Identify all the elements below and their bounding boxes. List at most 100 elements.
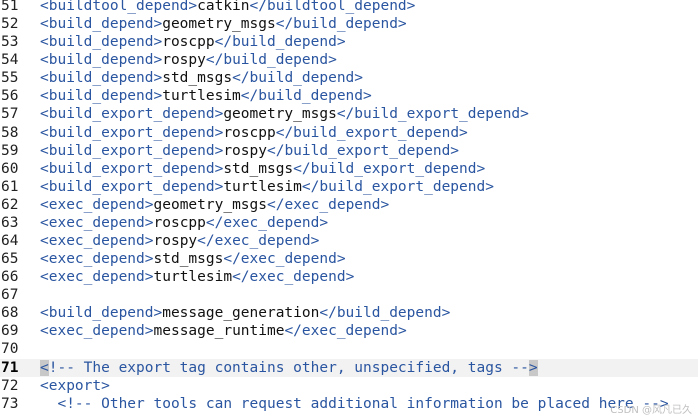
code-line[interactable]: 60 <build_export_depend>std_msgs</build_e… xyxy=(0,160,698,178)
current-line[interactable]: 71 <!-- The export tag contains other, un… xyxy=(0,358,698,377)
code-line[interactable]: 53 <build_depend>roscpp</build_depend> xyxy=(0,33,698,51)
code-line[interactable]: 56 <build_depend>turtlesim</build_depend> xyxy=(0,87,698,105)
line-number: 68 xyxy=(1,305,19,322)
open-tag: <buildtool_depend> xyxy=(40,0,198,14)
close-tag: </build_export_depend> xyxy=(275,124,468,141)
close-tag: </build_depend> xyxy=(214,34,346,51)
line-number: 58 xyxy=(1,124,19,141)
close-tag: </build_depend> xyxy=(232,70,364,87)
close-tag: </build_export_depend> xyxy=(336,106,529,123)
tag-value: catkin xyxy=(197,0,250,14)
close-tag: </exec_depend> xyxy=(223,251,346,268)
line-number: 72 xyxy=(1,377,19,394)
open-tag: <exec_depend> xyxy=(40,269,154,286)
code-line[interactable]: 57 <build_export_depend>geometry_msgs</bu… xyxy=(0,105,698,123)
line-number: 52 xyxy=(1,16,19,33)
close-tag: </exec_depend> xyxy=(197,233,320,250)
line-number: 71 xyxy=(1,359,19,376)
tag-value: geometry_msgs xyxy=(162,16,276,33)
watermark: CSDN @风凡已久 xyxy=(610,405,692,416)
open-tag: <exec_depend> xyxy=(40,214,154,231)
code-line[interactable]: 51 <buildtool_depend>catkin</buildtool_de… xyxy=(0,0,698,15)
open-tag: <build_depend> xyxy=(40,88,163,105)
line-number: 70 xyxy=(1,341,19,358)
line-number: 57 xyxy=(1,106,19,123)
open-tag: <exec_depend> xyxy=(40,251,154,268)
tag-value: std_msgs xyxy=(153,251,224,268)
tag-value: roscpp xyxy=(162,34,215,51)
line-number: 62 xyxy=(1,196,19,213)
code-line[interactable]: 67 xyxy=(0,286,698,304)
code-line[interactable]: 69 <exec_depend>message_runtime</exec_dep… xyxy=(0,322,698,340)
close-tag: </build_depend> xyxy=(240,88,372,105)
code-line[interactable]: 61 <build_export_depend>turtlesim</build_… xyxy=(0,178,698,196)
open-tag: <build_depend> xyxy=(40,70,163,87)
line-number: 59 xyxy=(1,142,19,159)
code-line[interactable]: 68 <build_depend>message_generation</buil… xyxy=(0,304,698,322)
line-number: 54 xyxy=(1,52,19,69)
close-tag: </buildtool_depend> xyxy=(249,0,416,14)
code-line[interactable]: 62 <exec_depend>geometry_msgs</exec_depen… xyxy=(0,196,698,214)
code-line[interactable]: 73 <!-- Other tools can request addition… xyxy=(0,395,698,413)
line-number: 73 xyxy=(1,395,19,412)
open-tag: <build_export_depend> xyxy=(40,178,224,195)
code-line[interactable]: 63 <exec_depend>roscpp</exec_depend> xyxy=(0,214,698,232)
line-number: 53 xyxy=(1,34,19,51)
tag-value: geometry_msgs xyxy=(223,106,337,123)
line-number: 64 xyxy=(1,233,19,250)
line-number: 55 xyxy=(1,70,19,87)
open-tag: <build_export_depend> xyxy=(40,142,224,159)
tag-value: rospy xyxy=(153,233,198,250)
code-line[interactable]: 65 <exec_depend>std_msgs</exec_depend> xyxy=(0,250,698,268)
comment-text: !-- The export tag contains other, unspe… xyxy=(48,359,529,376)
tag-value: message_runtime xyxy=(153,323,285,340)
line-number: 66 xyxy=(1,269,19,286)
line-number: 51 xyxy=(1,0,19,14)
code-line[interactable]: 58 <build_export_depend>roscpp</build_exp… xyxy=(0,124,698,142)
tag-value: roscpp xyxy=(153,214,206,231)
code-line[interactable]: 72 <export> xyxy=(0,377,698,395)
code-line[interactable]: 66 <exec_depend>turtlesim</exec_depend> xyxy=(0,268,698,286)
code-editor[interactable]: 51 <buildtool_depend>catkin</buildtool_de… xyxy=(0,0,698,413)
close-tag: </exec_depend> xyxy=(284,323,407,340)
open-tag: <exec_depend> xyxy=(40,196,154,213)
close-tag: </build_depend> xyxy=(205,52,337,69)
tag-value: std_msgs xyxy=(223,160,294,177)
close-tag: </build_export_depend> xyxy=(301,178,494,195)
comment-text: <!-- Other tools can request additional … xyxy=(57,395,669,412)
line-number: 65 xyxy=(1,251,19,268)
close-tag: </build_export_depend> xyxy=(293,160,486,177)
open-tag: <build_depend> xyxy=(40,34,163,51)
tag-value: turtlesim xyxy=(162,88,241,105)
code-line[interactable]: 59 <build_export_depend>rospy</build_expo… xyxy=(0,142,698,160)
tag-value: roscpp xyxy=(223,124,276,141)
open-tag: <build_export_depend> xyxy=(40,106,224,123)
open-tag: <build_export_depend> xyxy=(40,124,224,141)
tag-value: std_msgs xyxy=(162,70,233,87)
close-tag: </exec_depend> xyxy=(205,214,329,231)
tag-value: rospy xyxy=(162,52,206,69)
open-tag: <exec_depend> xyxy=(40,233,154,250)
open-tag: <exec_depend> xyxy=(40,323,154,340)
code-line[interactable]: 64 <exec_depend>rospy</exec_depend> xyxy=(0,232,698,250)
tag-value: turtlesim xyxy=(223,178,302,195)
close-tag: </build_depend> xyxy=(319,305,451,322)
code-line[interactable]: 70 xyxy=(0,340,698,358)
tag-value: turtlesim xyxy=(153,269,233,286)
code-line[interactable]: 54 <build_depend>rospy</build_depend> xyxy=(0,51,698,69)
matched-bracket-close: > xyxy=(528,359,538,376)
line-number: 67 xyxy=(1,287,19,304)
tag-value: geometry_msgs xyxy=(153,196,268,213)
code-line[interactable]: 52 <build_depend>geometry_msgs</build_dep… xyxy=(0,15,698,33)
line-number: 60 xyxy=(1,160,19,177)
close-tag: </exec_depend> xyxy=(267,196,390,213)
open-tag: <build_depend> xyxy=(40,305,163,322)
tag-value: rospy xyxy=(223,142,267,159)
tag-value: message_generation xyxy=(162,305,320,322)
close-tag: </build_export_depend> xyxy=(266,142,460,159)
open-tag: <export> xyxy=(40,377,110,394)
matched-bracket-open: < xyxy=(40,359,49,376)
code-line[interactable]: 55 <build_depend>std_msgs</build_depend> xyxy=(0,69,698,87)
close-tag: </build_depend> xyxy=(275,16,407,33)
